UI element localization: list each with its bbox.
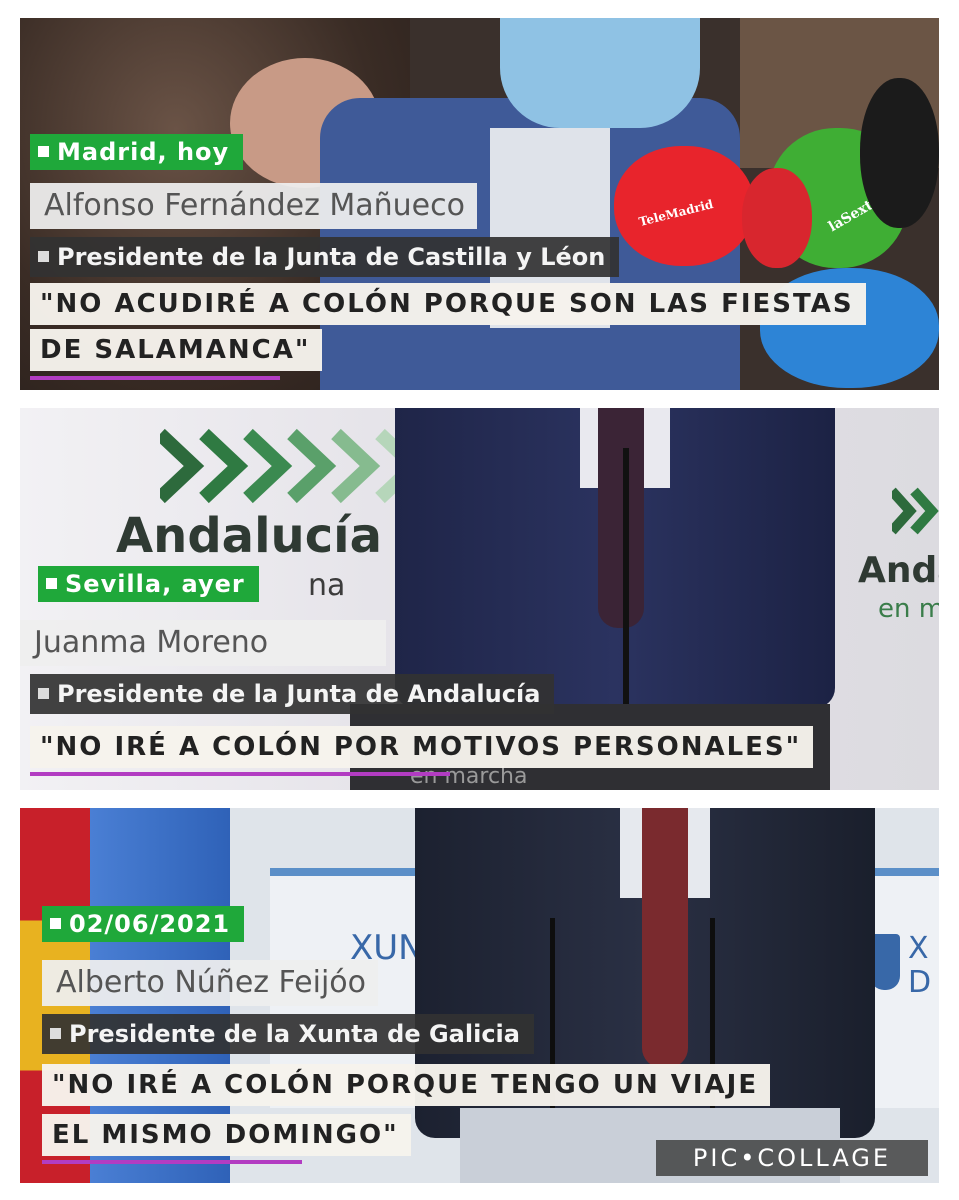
bullet-square-icon — [38, 687, 49, 699]
speaker-name: Juanma Moreno — [20, 620, 386, 666]
speaker-name: Alfonso Fernández Mañueco — [30, 183, 477, 229]
date-label: 02/06/2021 — [42, 906, 245, 942]
right-logo-text: Anda — [858, 550, 939, 591]
quote-line-1: "NO IRÉ A COLÓN POR MOTIVOS PERSONALES" — [30, 726, 814, 768]
quote-line-2: EL MISMO DOMINGO" — [42, 1114, 411, 1156]
andalucia-logo-text: Andalucía — [116, 508, 382, 564]
speaker-role: Presidente de la Junta de Castilla y Léo… — [30, 237, 620, 277]
bullet-square-icon — [50, 1027, 61, 1039]
andalucia-chevrons-icon — [160, 428, 420, 504]
speaker-name: Alberto Núñez Feijóo — [42, 960, 379, 1006]
tie — [598, 408, 644, 628]
quote-underline — [42, 1160, 302, 1164]
quote-line-1: "NO IRÉ A COLÓN PORQUE TENGO UN VIAJE — [42, 1064, 771, 1106]
right-chevrons-icon — [892, 487, 939, 535]
photo-panel-galicia: XUN X D 02/06/2021 Alberto Núñez Feijóo … — [20, 808, 939, 1183]
bullet-square-icon — [38, 145, 49, 157]
speaker-role: Presidente de la Xunta de Galicia — [42, 1014, 534, 1054]
face-mask — [500, 18, 700, 128]
piccollage-watermark: PIC•COLLAGE — [656, 1140, 928, 1176]
bullet-square-icon — [50, 917, 61, 929]
quote-underline — [30, 772, 450, 776]
quote-line-1: "NO ACUDIRÉ A COLÓN PORQUE SON LAS FIEST… — [30, 283, 866, 325]
bullet-square-icon — [38, 250, 49, 262]
xunta-right-text: X D — [908, 931, 932, 1000]
photo-panel-sevilla: Andalucía na Anda en m en marcha Sevilla… — [20, 408, 939, 790]
quote-line-2: DE SALAMANCA" — [30, 329, 323, 371]
quote-underline — [30, 376, 280, 380]
speaker-role: Presidente de la Junta de Andalucía — [30, 674, 555, 714]
location-label: Sevilla, ayer — [38, 566, 259, 602]
andalucia-logo-subtext: na — [308, 568, 346, 603]
red-microphone — [742, 168, 812, 268]
microphone-stand — [623, 448, 629, 708]
tie — [642, 808, 688, 1068]
bullet-square-icon — [46, 577, 57, 589]
black-microphone — [860, 78, 939, 228]
photo-panel-madrid: TeleMadrid laSexta Madrid, hoy Alfonso F… — [20, 18, 939, 390]
location-label: Madrid, hoy — [30, 134, 244, 170]
right-logo-subtext: en m — [878, 594, 939, 624]
